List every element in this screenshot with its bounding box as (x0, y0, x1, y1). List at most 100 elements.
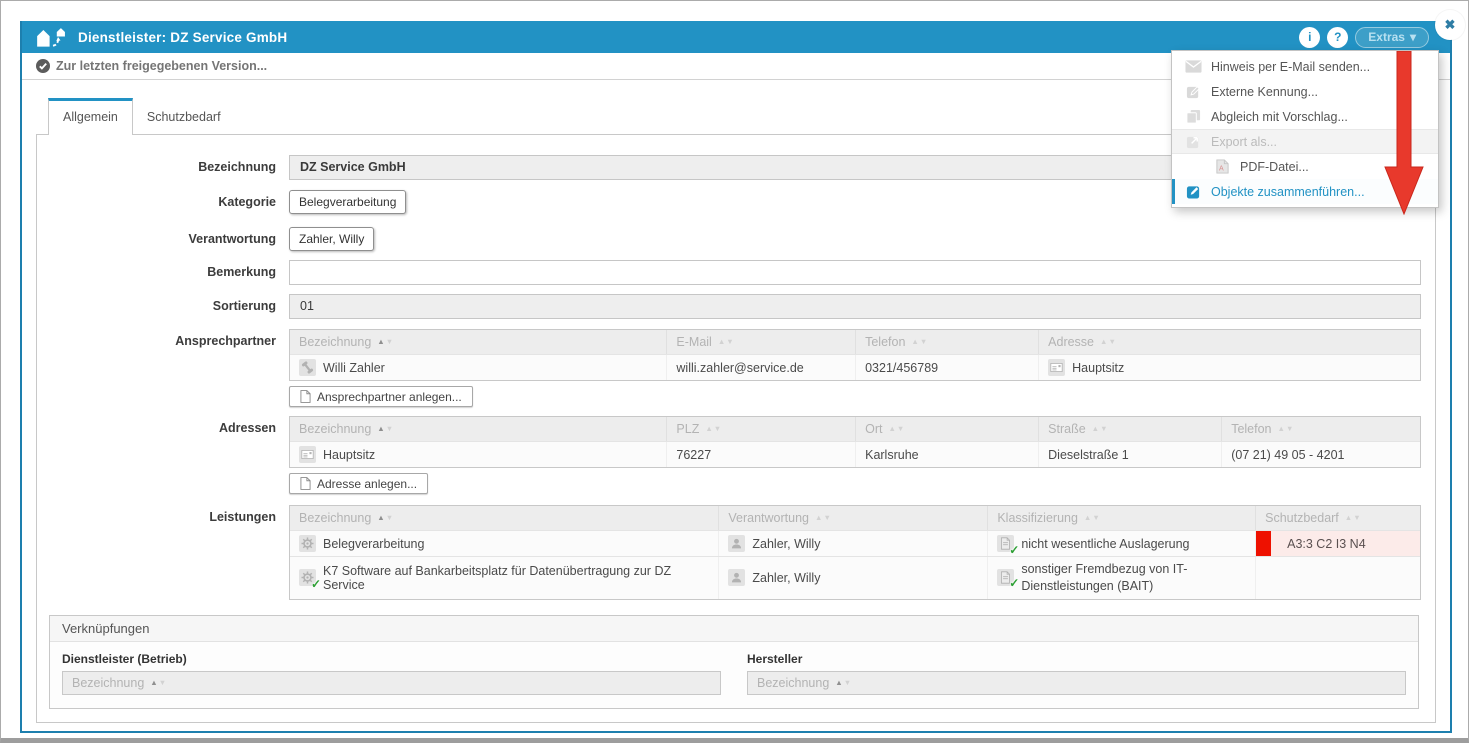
leistung-row-2[interactable]: ✓ K7 Software auf Bankarbeitsplatz für D… (290, 556, 1420, 599)
leistungen-table-header: Bezeichnung▲▼ Verantwortung▲▼ Klassifizi… (290, 506, 1420, 530)
field-row-bemerkung: Bemerkung (37, 260, 1435, 285)
merge-edit-icon (1185, 184, 1202, 199)
sort-icon: ▲▼ (815, 514, 831, 522)
col-verantwortung[interactable]: Verantwortung▲▼ (719, 506, 988, 530)
menu-item-pdf-datei[interactable]: A PDF-Datei... (1172, 154, 1438, 179)
extras-dropdown-menu: Hinweis per E-Mail senden... Externe Ken… (1171, 50, 1439, 208)
check-icon: ✓ (311, 577, 321, 591)
menu-item-externe-kennung[interactable]: Externe Kennung... (1172, 79, 1438, 104)
ansprechpartner-table-header: Bezeichnung▲▼ E-Mail▲▼ Telefon▲▼ Adresse… (290, 330, 1420, 354)
kategorie-label: Kategorie (37, 190, 289, 214)
sortierung-label: Sortierung (37, 294, 289, 319)
window-title: Dienstleister: DZ Service GmbH (78, 30, 287, 45)
sort-icon: ▲▼ (705, 425, 721, 433)
person-icon (728, 569, 745, 586)
col-telefon[interactable]: Telefon▲▼ (856, 330, 1039, 354)
col-email[interactable]: E-Mail▲▼ (667, 330, 856, 354)
group-dienstleister-betrieb: Dienstleister (Betrieb) Bezeichnung ▲▼ (62, 652, 721, 695)
sort-icon: ▲▼ (835, 679, 851, 687)
address-card-icon (1048, 359, 1065, 376)
check-icon: ✓ (1009, 543, 1019, 556)
col-plz[interactable]: PLZ▲▼ (667, 417, 856, 441)
dienstleister-betrieb-table-header[interactable]: Bezeichnung ▲▼ (62, 671, 721, 695)
menu-item-export-als: Export als... (1172, 129, 1438, 154)
menu-item-abgleich-vorschlag[interactable]: Abgleich mit Vorschlag... (1172, 104, 1438, 129)
sort-icon: ▲▼ (1345, 514, 1361, 522)
sort-icon: ▲▼ (377, 425, 393, 433)
col-strasse[interactable]: Straße▲▼ (1039, 417, 1222, 441)
section-ansprechpartner: Ansprechpartner Bezeichnung▲▼ E-Mail▲▼ T… (37, 329, 1435, 407)
new-document-icon (300, 390, 311, 403)
adressen-row[interactable]: Hauptsitz 76227 Karlsruhe Dieselstraße 1… (290, 441, 1420, 467)
extras-button[interactable]: Extras ▾ (1355, 27, 1429, 48)
sortierung-field: 01 (289, 294, 1421, 319)
person-icon (728, 535, 745, 552)
col-bezeichnung[interactable]: Bezeichnung▲▼ (290, 330, 667, 354)
ansprechpartner-label: Ansprechpartner (37, 329, 289, 407)
adresse-anlegen-button[interactable]: Adresse anlegen... (289, 473, 428, 494)
close-button[interactable]: ✖ (1435, 10, 1465, 40)
leistungen-label: Leistungen (37, 505, 289, 600)
col-bezeichnung[interactable]: Bezeichnung▲▼ (290, 506, 719, 530)
contact-phone-icon (299, 359, 316, 376)
col-adresse[interactable]: Adresse▲▼ (1039, 330, 1420, 354)
tab-allgemein[interactable]: Allgemein (48, 98, 133, 135)
ansprechpartner-anlegen-button[interactable]: Ansprechpartner anlegen... (289, 386, 473, 407)
help-button[interactable]: ? (1327, 27, 1348, 48)
last-released-version-link[interactable]: Zur letzten freigegebenen Version... (56, 59, 267, 73)
close-icon: ✖ (1445, 17, 1456, 33)
ansprechpartner-row[interactable]: Willi Zahler willi.zahler@service.de 032… (290, 354, 1420, 380)
tab-panel-allgemein: Bezeichnung DZ Service GmbH Kategorie Be… (36, 134, 1436, 723)
classification-document-icon: ✓ (997, 569, 1014, 586)
col-telefon[interactable]: Telefon▲▼ (1222, 417, 1420, 441)
schutzbedarf-red-indicator (1256, 531, 1271, 556)
tab-schutzbedarf[interactable]: Schutzbedarf (133, 101, 235, 134)
sort-icon: ▲▼ (150, 679, 166, 687)
kategorie-chip[interactable]: Belegverarbeitung (289, 190, 406, 214)
check-icon: ✓ (1009, 575, 1019, 591)
hersteller-table-header[interactable]: Bezeichnung ▲▼ (747, 671, 1406, 695)
leistungen-table: Bezeichnung▲▼ Verantwortung▲▼ Klassifizi… (289, 505, 1421, 600)
field-row-verantwortung: Verantwortung Zahler, Willy (37, 227, 1435, 251)
col-ort[interactable]: Ort▲▼ (856, 417, 1039, 441)
adressen-table: Bezeichnung▲▼ PLZ▲▼ Ort▲▼ Straße▲▼ Telef… (289, 416, 1421, 468)
copy-icon (1185, 109, 1202, 124)
section-adressen: Adressen Bezeichnung▲▼ PLZ▲▼ Ort▲▼ Straß… (37, 416, 1435, 494)
verknuepfungen-body: Dienstleister (Betrieb) Bezeichnung ▲▼ H… (50, 642, 1418, 708)
titlebar-actions: i ? Extras ▾ (1299, 27, 1429, 48)
dienstleister-house-icon (36, 26, 68, 49)
menu-item-hinweis-email[interactable]: Hinweis per E-Mail senden... (1172, 54, 1438, 79)
bemerkung-input[interactable] (289, 260, 1421, 285)
schutzbedarf-cell: A3:3 C2 I3 N4 (1256, 531, 1420, 556)
info-button[interactable]: i (1299, 27, 1320, 48)
envelope-icon (1185, 59, 1202, 74)
chevron-down-icon: ▾ (1410, 30, 1416, 44)
verantwortung-label: Verantwortung (37, 227, 289, 251)
check-circle-icon (36, 59, 50, 73)
sort-icon: ▲▼ (377, 514, 393, 522)
adressen-label: Adressen (37, 416, 289, 494)
group-hersteller: Hersteller Bezeichnung ▲▼ (747, 652, 1406, 695)
section-leistungen: Leistungen Bezeichnung▲▼ Verantwortung▲▼… (37, 505, 1435, 600)
field-row-sortierung: Sortierung 01 (37, 294, 1435, 319)
ansprechpartner-table: Bezeichnung▲▼ E-Mail▲▼ Telefon▲▼ Adresse… (289, 329, 1421, 381)
sort-icon: ▲▼ (888, 425, 904, 433)
bemerkung-label: Bemerkung (37, 260, 289, 285)
verknuepfungen-title: Verknüpfungen (50, 616, 1418, 642)
classification-document-icon: ✓ (997, 535, 1014, 552)
leistung-row-1[interactable]: Belegverarbeitung Zahler, Willy (290, 530, 1420, 556)
bezeichnung-label: Bezeichnung (37, 155, 289, 180)
verantwortung-chip[interactable]: Zahler, Willy (289, 227, 374, 251)
sort-icon: ▲▼ (1092, 425, 1108, 433)
verknuepfungen-box: Verknüpfungen Dienstleister (Betrieb) Be… (49, 615, 1419, 709)
sort-icon: ▲▼ (1100, 338, 1116, 346)
col-schutzbedarf[interactable]: Schutzbedarf▲▼ (1256, 506, 1420, 530)
col-bezeichnung[interactable]: Bezeichnung▲▼ (290, 417, 667, 441)
sort-icon: ▲▼ (1084, 514, 1100, 522)
export-icon (1185, 134, 1202, 149)
adressen-table-header: Bezeichnung▲▼ PLZ▲▼ Ort▲▼ Straße▲▼ Telef… (290, 417, 1420, 441)
titlebar: Dienstleister: DZ Service GmbH i ? Extra… (22, 21, 1450, 53)
col-klassifizierung[interactable]: Klassifizierung▲▼ (988, 506, 1256, 530)
application-screen: Dienstleister: DZ Service GmbH i ? Extra… (0, 0, 1469, 743)
menu-item-objekte-zusammenfuehren[interactable]: Objekte zusammenführen... (1172, 179, 1438, 204)
